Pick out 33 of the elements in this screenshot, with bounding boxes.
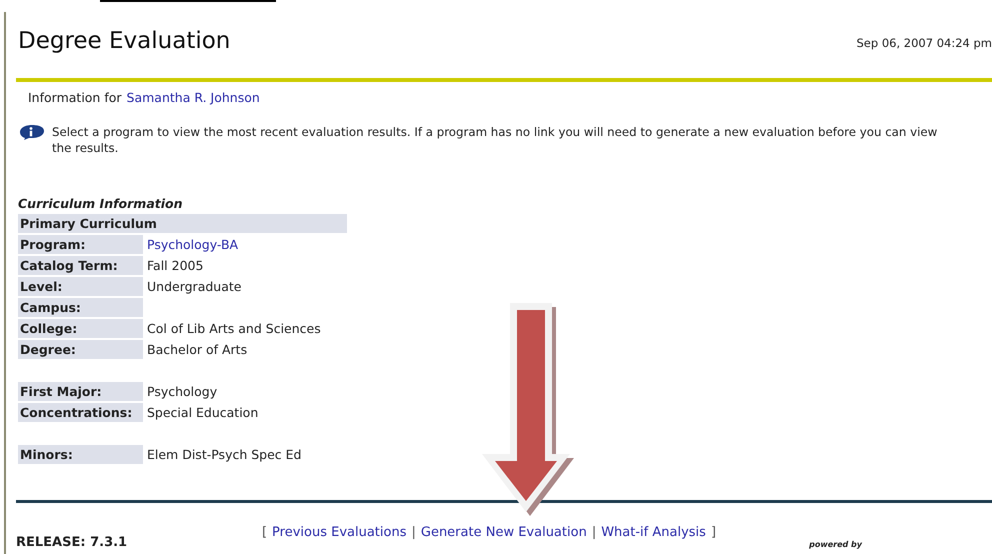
row-label: Concentrations:	[18, 403, 143, 422]
table-cell-text: Elem Dist-Psych Spec Ed	[146, 446, 302, 464]
value-link[interactable]: Psychology-BA	[145, 235, 238, 254]
separator-text: |	[411, 524, 416, 542]
powered-by-text: powered by	[809, 540, 862, 550]
row-label: Level:	[18, 277, 143, 296]
bracket-text: ]	[710, 524, 716, 542]
release-label: RELEASE: 7.3.1	[16, 536, 128, 550]
table-cell-text: Fall 2005	[146, 257, 204, 275]
table-cell-text: Psychology	[146, 383, 218, 401]
timestamp: Sep 06, 2007 04:24 pm	[856, 36, 992, 50]
row-label: Minors:	[18, 445, 143, 464]
row-label: Catalog Term:	[18, 256, 143, 275]
row-label: Degree:	[18, 340, 143, 359]
instruction-text: Select a program to view the most recent evaluation results. If a program has no link you will need to generate a new evaluation before you can view the results.	[52, 124, 938, 156]
bracket-text: [	[262, 524, 268, 542]
row-label: First Major:	[18, 382, 143, 401]
table-header: Primary Curriculum	[18, 214, 347, 233]
table-cell-text: Special Education	[146, 404, 258, 422]
nav-link[interactable]: Previous Evaluations	[272, 524, 406, 542]
student-name-link[interactable]: Samantha R. Johnson	[126, 90, 260, 106]
row-label: College:	[18, 319, 143, 338]
info-label: Information for	[28, 90, 122, 106]
nav-link[interactable]: Generate New Evaluation	[420, 524, 587, 542]
table-cell-text: Bachelor of Arts	[146, 341, 248, 359]
table-cell-text: Undergraduate	[146, 278, 242, 296]
row-label: Program:	[18, 235, 143, 254]
row-label: Campus:	[18, 298, 143, 317]
table-cell-text: Col of Lib Arts and Sciences	[146, 320, 321, 338]
separator-text: |	[592, 524, 596, 542]
nav-link[interactable]: What-if Analysis	[601, 524, 706, 542]
page-title: Degree Evaluation	[18, 27, 230, 56]
section-heading: Curriculum Information	[18, 196, 184, 212]
